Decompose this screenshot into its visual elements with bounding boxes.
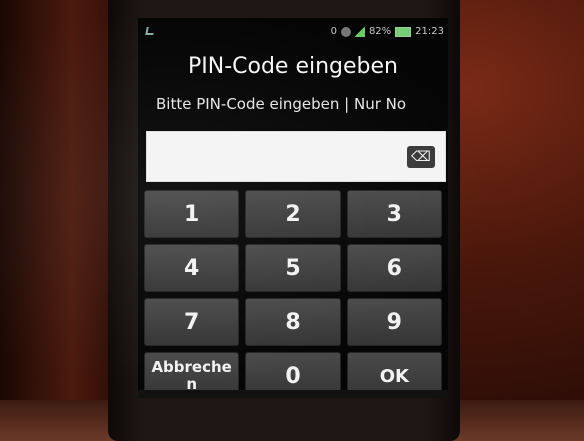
notification-count: 0 xyxy=(330,26,337,37)
bottom-bezel xyxy=(138,390,448,398)
key-7[interactable]: 7 xyxy=(144,298,240,346)
dialog-title: PIN-Code eingeben xyxy=(188,54,398,79)
key-9[interactable]: 9 xyxy=(346,298,442,346)
status-right-group: 0 82% 21:23 xyxy=(331,26,444,37)
key-3[interactable]: 3 xyxy=(346,190,442,238)
sync-icon xyxy=(340,26,351,37)
background-shadow xyxy=(0,0,120,441)
battery-percent: 82% xyxy=(368,26,392,37)
clock: 21:23 xyxy=(415,26,444,37)
battery-icon xyxy=(395,26,412,37)
key-1[interactable]: 1 xyxy=(144,190,240,238)
key-2[interactable]: 2 xyxy=(245,190,341,238)
dialog-subtitle: Bitte PIN-Code eingeben | Nur No xyxy=(156,95,407,113)
keypad: 1 2 3 4 5 6 7 8 9 Abbrechen 0 OK xyxy=(144,190,442,398)
signal-icon xyxy=(354,26,365,37)
key-8[interactable]: 8 xyxy=(245,298,341,346)
key-6[interactable]: 6 xyxy=(346,244,442,292)
backspace-icon: ⌫ xyxy=(411,149,431,165)
backspace-button[interactable]: ⌫ xyxy=(407,146,435,168)
usb-icon xyxy=(145,27,155,35)
phone-screen: 0 82% 21:23 PIN-Code eingeben Bitte PIN-… xyxy=(138,18,448,398)
key-5[interactable]: 5 xyxy=(245,244,341,292)
status-bar: 0 82% 21:23 xyxy=(138,20,448,42)
pin-input[interactable]: ⌫ xyxy=(146,131,446,182)
key-4[interactable]: 4 xyxy=(144,244,240,292)
